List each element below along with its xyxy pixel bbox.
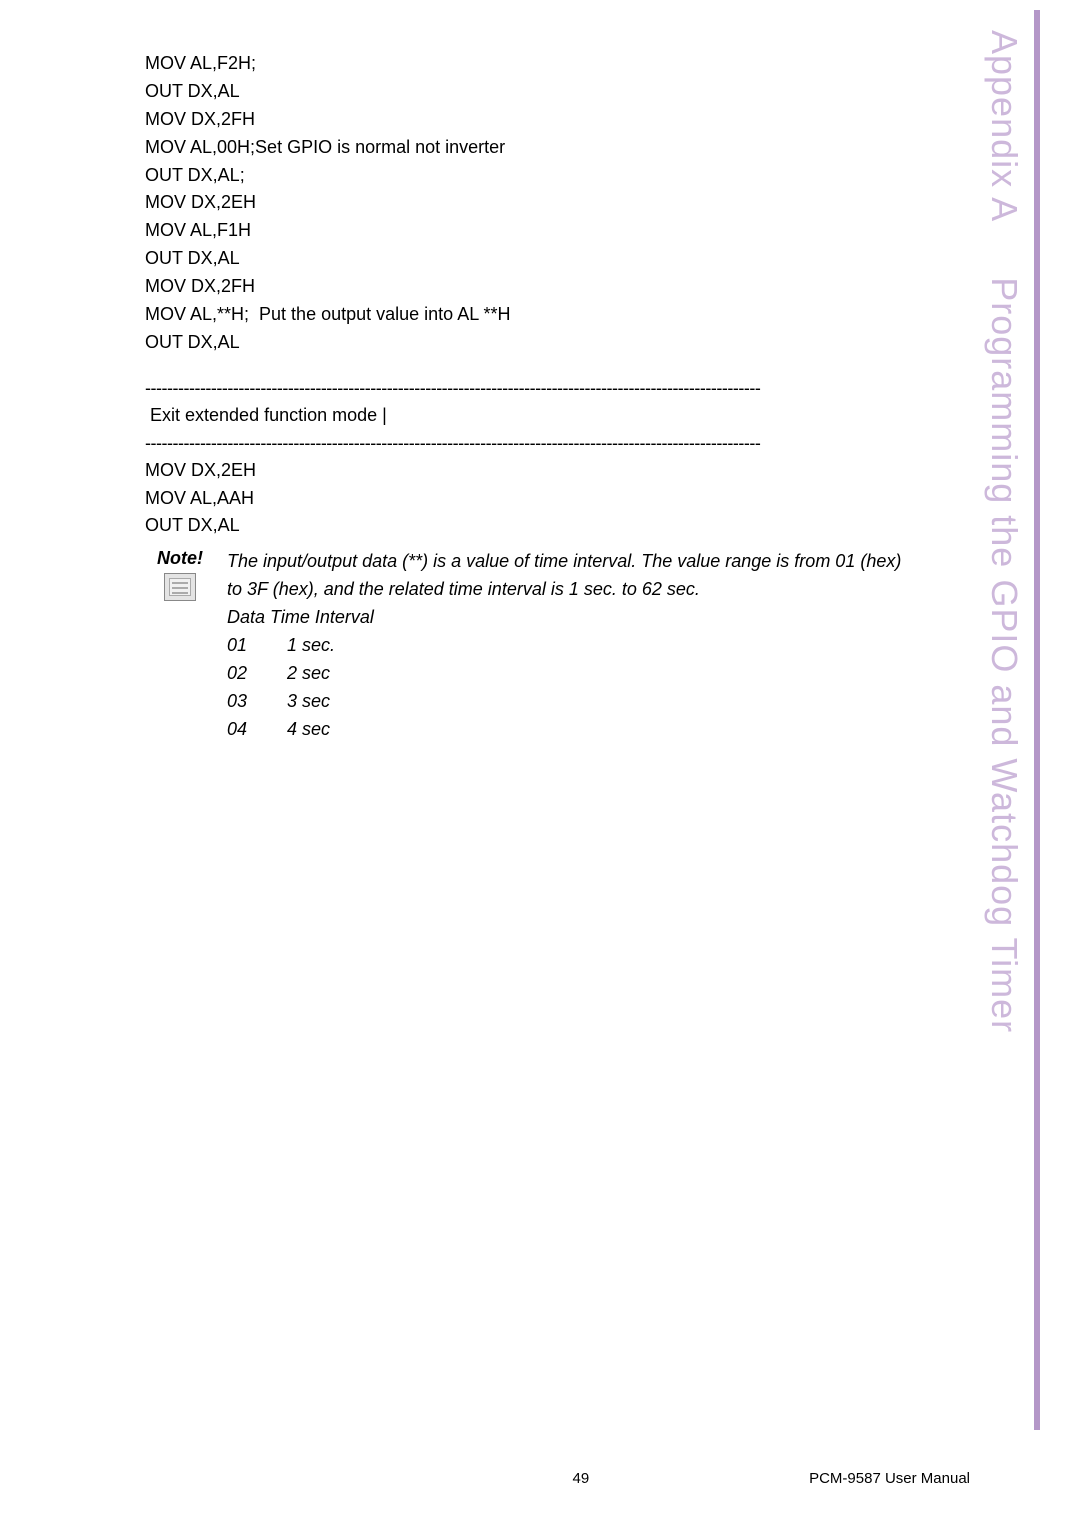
interval-value: 1 sec.: [287, 632, 335, 660]
note-label: Note!: [157, 548, 203, 569]
interval-value: 2 sec: [287, 660, 330, 688]
interval-key: 03: [227, 688, 257, 716]
interval-value: 4 sec: [287, 716, 330, 744]
divider-top: ----------------------------------------…: [145, 375, 905, 402]
note-text: The input/output data (**) is a value of…: [227, 548, 905, 743]
page-footer: 49 PCM-9587 User Manual: [145, 1470, 1020, 1487]
divider-bottom: ----------------------------------------…: [145, 430, 905, 457]
code-block-2: MOV DX,2EH MOV AL,AAH OUT DX,AL: [145, 457, 905, 541]
interval-row-01: 01 1 sec.: [227, 632, 905, 660]
note-document-icon: [164, 573, 196, 601]
note-left-column: Note!: [145, 548, 215, 601]
interval-row-04: 04 4 sec: [227, 716, 905, 744]
page-container: MOV AL,F2H; OUT DX,AL MOV DX,2FH MOV AL,…: [0, 0, 1080, 1527]
interval-row-03: 03 3 sec: [227, 688, 905, 716]
spacer: [145, 357, 1020, 375]
footer-page-number: 49: [572, 1470, 589, 1487]
interval-key: 01: [227, 632, 257, 660]
footer-manual-name: PCM-9587 User Manual: [809, 1470, 970, 1487]
exit-mode-label: Exit extended function mode |: [145, 402, 905, 430]
interval-key: 02: [227, 660, 257, 688]
interval-key: 04: [227, 716, 257, 744]
note-text-body: The input/output data (**) is a value of…: [227, 548, 905, 604]
interval-value: 3 sec: [287, 688, 330, 716]
interval-row-02: 02 2 sec: [227, 660, 905, 688]
data-time-interval-label: Data Time Interval: [227, 604, 905, 632]
code-block-1: MOV AL,F2H; OUT DX,AL MOV DX,2FH MOV AL,…: [145, 50, 905, 357]
note-block: Note! The input/output data (**) is a va…: [145, 548, 905, 743]
